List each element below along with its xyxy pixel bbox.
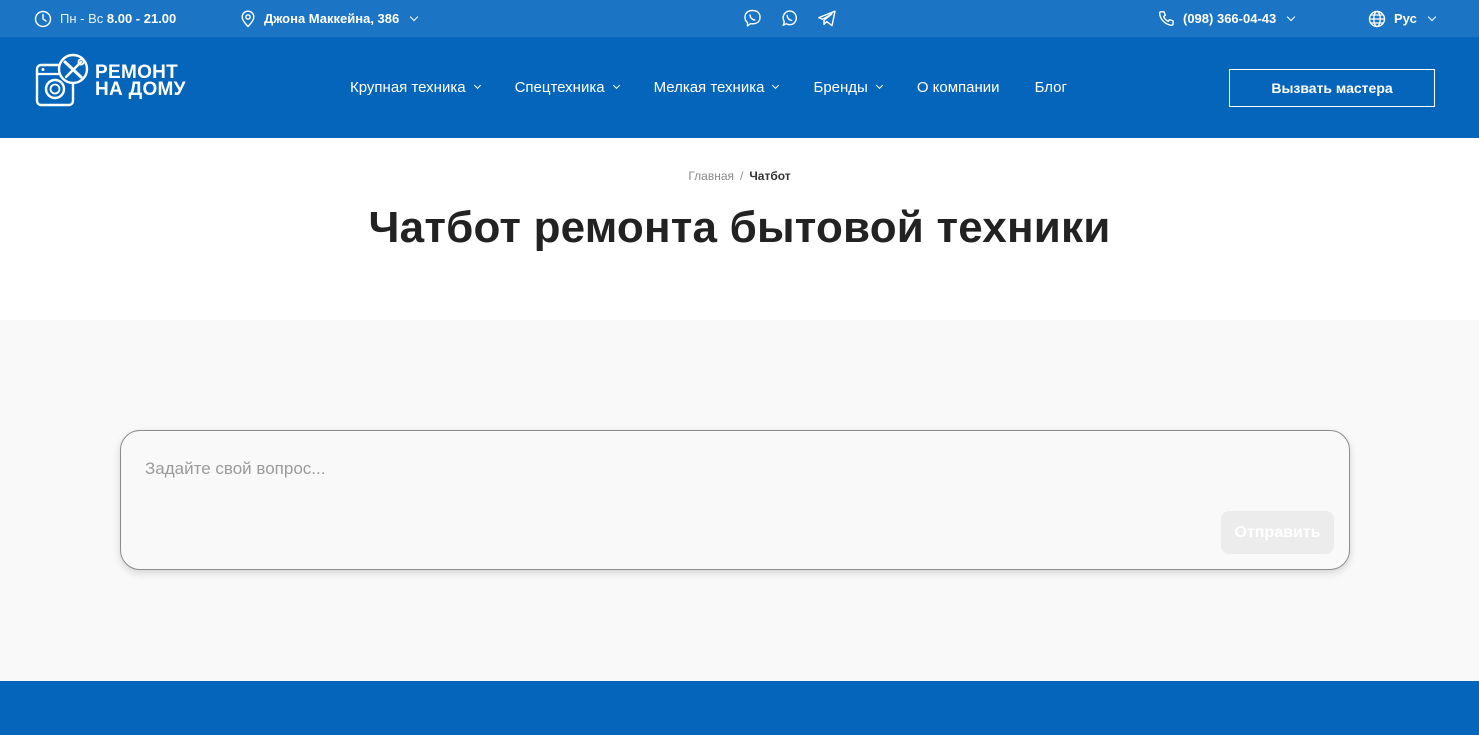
breadcrumb-home-link[interactable]: Главная	[688, 169, 734, 183]
whatsapp-icon[interactable]	[780, 9, 799, 28]
nav-special-equipment[interactable]: Спецтехника	[514, 79, 620, 96]
nav-label: Мелкая техника	[653, 79, 765, 96]
social-links	[743, 0, 837, 37]
address-text: Джона Маккейна, 386	[264, 11, 400, 26]
telegram-icon[interactable]	[817, 9, 837, 28]
nav-blog[interactable]: Блог	[1035, 79, 1067, 96]
call-master-button[interactable]: Вызвать мастера	[1229, 69, 1435, 107]
send-button[interactable]: Отправить	[1221, 511, 1334, 554]
nav-small-appliances[interactable]: Мелкая техника	[653, 79, 780, 96]
chevron-down-icon	[1427, 12, 1437, 21]
top-bar: Пн - Вс 8.00 - 21.00 Джона Маккейна, 386…	[0, 0, 1479, 37]
breadcrumb-separator: /	[740, 169, 744, 183]
site-logo[interactable]: РЕМОНТ НА ДОМУ	[35, 53, 186, 109]
phone-number[interactable]: (098) 366-04-43	[1183, 11, 1276, 26]
nav-brands[interactable]: Бренды	[813, 79, 883, 96]
chevron-down-icon	[1286, 12, 1296, 21]
chevron-down-icon	[875, 81, 883, 90]
clock-icon	[34, 10, 52, 27]
chevron-down-icon	[612, 81, 620, 90]
main-nav: Крупная техника Спецтехника Мелкая техни…	[350, 37, 1102, 138]
nav-label: Спецтехника	[514, 79, 605, 96]
logo-text: РЕМОНТ НА ДОМУ	[95, 63, 186, 100]
chat-box: Отправить	[120, 430, 1350, 570]
nav-label: Бренды	[813, 79, 868, 96]
washing-machine-wrench-logo-icon	[35, 53, 89, 107]
footer	[0, 681, 1479, 735]
language-label: Рус	[1394, 11, 1417, 26]
phone-selector[interactable]: (098) 366-04-43	[1158, 0, 1296, 37]
chevron-down-icon	[410, 12, 419, 21]
chat-question-input[interactable]	[145, 459, 1225, 479]
nav-label: Блог	[1034, 79, 1067, 96]
breadcrumb-current: Чатбот	[749, 169, 791, 183]
logo-line-2: НА ДОМУ	[95, 79, 186, 100]
address-selector[interactable]: Джона Маккейна, 386	[240, 0, 419, 37]
nav-large-appliances[interactable]: Крупная техника	[350, 79, 481, 96]
chevron-down-icon	[473, 81, 481, 90]
chat-section: Отправить	[0, 320, 1479, 681]
hours-prefix: Пн - Вс	[60, 11, 104, 26]
main-header: РЕМОНТ НА ДОМУ Крупная техника Спецтехни…	[0, 37, 1479, 138]
globe-icon	[1368, 10, 1386, 27]
location-pin-icon	[241, 9, 255, 27]
phone-icon	[1158, 11, 1174, 27]
hours-value: 8.00 - 21.00	[106, 11, 177, 26]
nav-label: О компании	[916, 79, 1000, 96]
page-title: Чатбот ремонта бытовой техники	[368, 203, 1111, 252]
chevron-down-icon	[772, 81, 780, 90]
working-hours: Пн - Вс 8.00 - 21.00	[34, 0, 176, 37]
viber-icon[interactable]	[743, 9, 762, 28]
nav-label: Крупная техника	[350, 79, 466, 96]
nav-about[interactable]: О компании	[917, 79, 1000, 96]
language-selector[interactable]: Рус	[1368, 0, 1437, 37]
breadcrumb: Главная / Чатбот	[0, 169, 1479, 183]
